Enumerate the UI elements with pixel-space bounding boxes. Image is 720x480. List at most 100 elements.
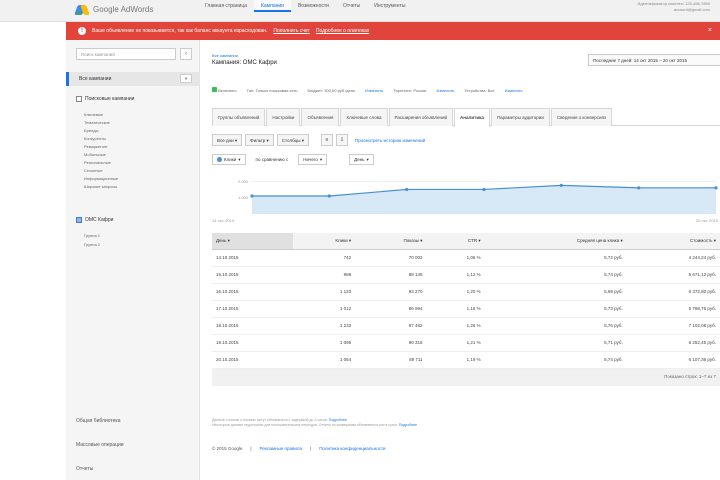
footer-link-policies[interactable]: Рекламные правила — [260, 446, 303, 451]
metric2-dropdown[interactable]: Ничего ▾ — [298, 154, 328, 165]
table-cell: 1,26 % — [426, 317, 485, 335]
table-row: 18.10.2015 1 233 97 482 1,26 % 5,76 руб. 7 10… — [212, 317, 720, 335]
table-row: 14.10.2015 742 70 002 1,06 % 5,72 руб. 4 244,… — [212, 249, 720, 267]
status-badge[interactable]: Включено — [212, 87, 237, 93]
sidebar-item-all-campaigns[interactable]: Все кампании « — [66, 72, 200, 86]
footnote-link[interactable]: Подробнее — [399, 423, 417, 427]
performance-chart: 2 000 1 000 14 окт. 2015 20 окт. 2015 — [212, 179, 719, 223]
alert-link-more[interactable]: Подробнее о платежах — [316, 28, 369, 34]
table-cell: 16.10.2015 — [212, 283, 293, 301]
edit-budget-link[interactable]: Изменить — [365, 88, 383, 93]
footer-link-privacy[interactable]: Политика конфиденциальности — [319, 446, 385, 451]
chart-point[interactable] — [714, 186, 718, 190]
sidebar-reports[interactable]: Отчеты — [76, 466, 93, 472]
table-header-row: День ▾ Клики ▾ Показы ▾ CTR ▾ Средняя це… — [212, 233, 720, 250]
sidebar-subitem[interactable]: Конкуренты — [84, 136, 106, 141]
columns-dropdown[interactable]: Столбцы ▾ — [276, 134, 309, 146]
sidebar-group-current[interactable]: ОМС Кафри — [76, 217, 113, 223]
sidebar-subitem[interactable]: Бренды — [84, 128, 99, 133]
table-cell: 1,21 % — [426, 334, 485, 352]
sidebar-shared-library[interactable]: Общая библиотека — [76, 418, 121, 424]
sidebar-subitem[interactable]: Группа 2 — [84, 242, 100, 247]
chart-point[interactable] — [405, 187, 409, 192]
nav-opportunities[interactable]: Возможности — [291, 0, 336, 12]
sidebar-subitem[interactable]: Широкие запросы — [84, 184, 117, 189]
chart-point[interactable] — [559, 183, 563, 187]
column-header-impressions[interactable]: Показы ▾ — [355, 233, 427, 250]
tab-keywords[interactable]: Ключевые слова — [340, 108, 388, 126]
sidebar-subitem[interactable]: Ремаркетинг — [84, 144, 108, 149]
column-header-ctr[interactable]: CTR ▾ — [426, 233, 485, 250]
sidebar-toggle-icon[interactable]: ‹ — [180, 48, 192, 60]
tab-settings[interactable]: Настройки — [266, 108, 301, 126]
segment-dropdown[interactable]: Все дни ▾ — [212, 134, 243, 146]
edit-targeting-link[interactable]: Изменить — [436, 88, 454, 93]
table-cell: 20.10.2015 — [212, 351, 293, 369]
table-cell: 1,19 % — [426, 351, 485, 369]
tab-ad-extensions[interactable]: Расширения объявлений — [388, 108, 454, 126]
campaign-tabs: Группы объявлений Настройки Объявления К… — [212, 108, 720, 127]
campaign-targeting: Таргетинг: Россия — [393, 87, 427, 93]
tab-ad-groups[interactable]: Группы объявлений — [212, 108, 266, 126]
sidebar-subitem[interactable]: Региональные — [84, 160, 111, 165]
table-cell: 5,71 руб. — [484, 334, 627, 352]
nav-reports[interactable]: Отчеты — [336, 0, 367, 12]
column-header-avg-cpc[interactable]: Средняя цена клика ▾ — [484, 233, 627, 250]
table-cell: 5,74 руб. — [484, 351, 627, 369]
sidebar-subitem[interactable]: Группа 1 — [84, 233, 100, 238]
table-cell: 93 270 — [355, 283, 427, 301]
nav-home[interactable]: Главная страница — [198, 0, 254, 12]
chart-ytick-label: 1 000 — [238, 195, 249, 200]
copyright: © 2015 Google — [212, 446, 243, 451]
tab-analytics[interactable]: Аналитика — [454, 108, 490, 127]
alert-link-topup[interactable]: Пополнить счет — [273, 28, 309, 34]
chart-point[interactable] — [327, 194, 331, 198]
tab-ads[interactable]: Объявления — [301, 108, 340, 126]
sidebar-subitem[interactable]: Информационные — [84, 176, 118, 181]
main-content: Все кампании Кампания: ОМС Кафри Последн… — [200, 40, 720, 480]
chart-point[interactable] — [250, 194, 254, 198]
granularity-dropdown[interactable]: День ▾ — [349, 154, 374, 165]
campaign-search-input[interactable]: Поиск кампаний — [76, 48, 176, 60]
chart-toggle-icon[interactable]: ≡ — [321, 134, 333, 146]
billing-alert: ! Ваше объявление не показывается, так к… — [66, 22, 720, 40]
sidebar-subitem[interactable]: Сезонные — [84, 168, 103, 173]
date-range-picker[interactable]: Последние 7 дней: 14 окт 2015 – 20 окт 2… — [588, 54, 720, 66]
metric1-dropdown[interactable]: Клики ▾ — [212, 154, 246, 165]
download-icon[interactable]: ⇩ — [336, 134, 348, 146]
column-header-clicks[interactable]: Клики ▾ — [292, 233, 356, 250]
close-icon[interactable]: × — [708, 27, 712, 34]
column-header-cost[interactable]: Стоимость ▾ — [626, 233, 720, 250]
tab-audiences[interactable]: Параметры аудитории — [490, 108, 550, 126]
footnote-link[interactable]: Подробнее — [329, 418, 347, 422]
change-history-link[interactable]: Просмотреть историю изменений — [355, 138, 425, 143]
column-header-day[interactable]: День ▾ — [212, 233, 293, 250]
adwords-logo[interactable]: Google AdWords — [74, 2, 153, 16]
sidebar-subitem[interactable]: Мобильные — [84, 152, 106, 157]
table-cell: 988 — [292, 266, 356, 284]
table-cell: 4 244,24 руб. — [626, 249, 720, 267]
sidebar-group-search[interactable]: Поисковые кампании — [76, 96, 134, 102]
table-cell: 5 798,76 руб. — [626, 300, 720, 318]
table-pagination-row: Показано строк: 1–7 из 7 — [212, 368, 720, 386]
table-cell: 14.10.2015 — [212, 249, 293, 267]
sidebar-subitem[interactable]: Ключевые — [84, 112, 103, 117]
edit-devices-link[interactable]: Изменить — [505, 88, 523, 93]
chart-point[interactable] — [482, 187, 486, 192]
collapse-icon[interactable]: « — [180, 74, 192, 83]
status-dot-icon — [212, 87, 217, 92]
nav-tools[interactable]: Инструменты — [367, 0, 412, 12]
nav-campaigns[interactable]: Кампании — [253, 0, 291, 12]
chart-point[interactable] — [637, 186, 641, 190]
sidebar-subitem[interactable]: Тематические — [84, 120, 110, 125]
account-info[interactable]: Идентификатор клиента: 123-456-7890 acco… — [638, 1, 711, 13]
breadcrumb[interactable]: Все кампании — [212, 53, 238, 58]
table-cell: 19.10.2015 — [212, 334, 293, 352]
tab-conversions[interactable]: Сведения о конверсиях — [550, 108, 613, 126]
table-cell: 1 012 — [292, 300, 356, 318]
data-footnote: Данные о кликах и показах могут обновлят… — [212, 418, 418, 427]
filter-dropdown[interactable]: Фильтр ▾ — [245, 134, 274, 146]
sidebar-bulk-operations[interactable]: Массовые операции — [76, 442, 124, 448]
sidebar-group-label: ОМС Кафри — [85, 217, 114, 223]
table-cell: 5,73 руб. — [484, 300, 627, 318]
